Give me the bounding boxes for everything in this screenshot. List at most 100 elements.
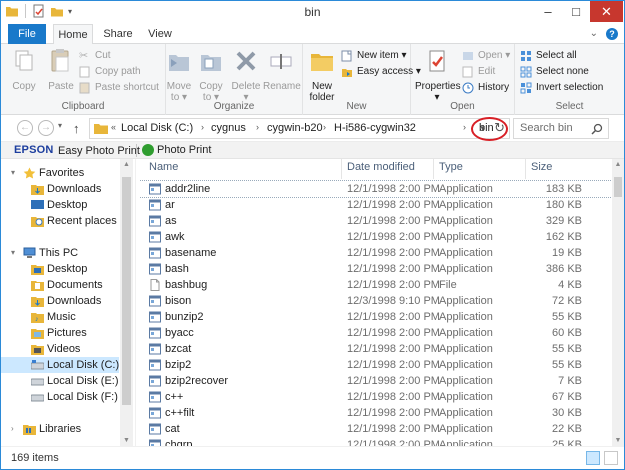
nav-this-pc[interactable]: ▾ This PC	[1, 245, 119, 261]
new-item-button[interactable]: New item ▾	[341, 48, 406, 64]
recent-locations-dropdown[interactable]: ▾	[58, 121, 62, 130]
large-icons-view-icon[interactable]	[604, 451, 618, 465]
column-header-date[interactable]: Date modified	[347, 159, 415, 179]
select-none-button[interactable]: Select none	[520, 64, 589, 80]
nav-this-pc-documents[interactable]: Documents	[1, 277, 119, 293]
nav-this-pc-pictures[interactable]: Pictures	[1, 325, 119, 341]
scroll-up-arrow[interactable]: ▲	[612, 161, 624, 168]
nav-libraries[interactable]: › Libraries	[1, 421, 119, 437]
nav-this-pc-downloads[interactable]: Downloads	[1, 293, 119, 309]
tab-share[interactable]: Share	[98, 24, 138, 44]
minimize-button[interactable]: –	[534, 1, 562, 22]
breadcrumb-cygnus[interactable]: cygnus	[211, 122, 246, 134]
delete-button[interactable]: Delete ▾	[230, 47, 262, 103]
move-to-button[interactable]: Move to ▾	[164, 47, 194, 103]
file-list-scrollbar[interactable]: ▲ ▼	[612, 159, 624, 446]
expand-chevron-icon[interactable]: ▾	[11, 165, 15, 181]
tab-view[interactable]: View	[141, 24, 179, 44]
file-row[interactable]: c++ 12/1/1998 2:00 PM Application 67 KB	[139, 389, 612, 405]
file-row[interactable]: awk 12/1/1998 2:00 PM Application 162 KB	[139, 229, 612, 245]
properties-button[interactable]: Properties ▾	[415, 47, 461, 103]
nav-favorites-recent-places[interactable]: Recent places	[1, 213, 119, 229]
chevron-right-icon[interactable]: ›	[201, 122, 204, 132]
details-view-icon[interactable]	[586, 451, 600, 465]
maximize-button[interactable]: □	[562, 1, 590, 22]
scroll-up-arrow[interactable]: ▲	[120, 161, 133, 168]
expand-chevron-icon[interactable]: ▾	[11, 245, 15, 261]
scroll-down-arrow[interactable]: ▼	[612, 437, 624, 444]
up-button[interactable]: ↑	[73, 121, 80, 136]
tab-file[interactable]: File	[8, 24, 46, 44]
search-icon[interactable]	[591, 123, 603, 135]
expand-chevron-icon[interactable]: ›	[11, 421, 14, 437]
back-button[interactable]: ←	[17, 120, 33, 136]
column-divider[interactable]	[341, 159, 342, 179]
column-header-size[interactable]: Size	[531, 159, 552, 179]
file-row[interactable]: bash 12/1/1998 2:00 PM Application 386 KB	[139, 261, 612, 277]
close-button[interactable]: ✕	[590, 1, 623, 22]
file-row[interactable]: bzip2 12/1/1998 2:00 PM Application 55 KB	[139, 357, 612, 373]
cut-button[interactable]: ✂ Cut	[79, 48, 111, 64]
nav-favorites[interactable]: ▾ Favorites	[1, 165, 119, 181]
file-row[interactable]: bison 12/3/1998 9:10 PM Application 72 KB	[139, 293, 612, 309]
chevron-right-icon[interactable]: ›	[463, 122, 466, 132]
tab-home[interactable]: Home	[53, 24, 93, 45]
photo-print-button[interactable]: Photo Print	[157, 144, 211, 156]
edit-button[interactable]: Edit	[462, 64, 495, 80]
nav-this-pc-desktop[interactable]: Desktop	[1, 261, 119, 277]
scroll-thumb[interactable]	[122, 177, 131, 405]
file-row[interactable]: byacc 12/1/1998 2:00 PM Application 60 KB	[139, 325, 612, 341]
breadcrumb-h-i586-cygwin32[interactable]: H-i586-cygwin32	[334, 122, 416, 134]
copy-button[interactable]: Copy	[9, 47, 39, 92]
nav-favorites-desktop[interactable]: Desktop	[1, 197, 119, 213]
paste-shortcut-button[interactable]: Paste shortcut	[79, 80, 159, 96]
invert-selection-button[interactable]: Invert selection	[520, 80, 603, 96]
new-folder-button[interactable]: New folder	[305, 47, 339, 103]
open-button[interactable]: Open ▾	[462, 48, 510, 64]
address-bar[interactable]: « Local Disk (C:) › cygnus › cygwin-b20 …	[89, 117, 510, 141]
file-row[interactable]: addr2line 12/1/1998 2:00 PM Application 183…	[139, 180, 612, 198]
column-header-name[interactable]: Name	[149, 159, 178, 179]
chevron-right-icon[interactable]: ›	[256, 122, 259, 132]
file-row[interactable]: basename 12/1/1998 2:00 PM Application 19 K…	[139, 245, 612, 261]
column-divider[interactable]	[433, 159, 434, 179]
address-dropdown[interactable]: ▾	[480, 123, 485, 134]
overflow-crumb[interactable]: «	[111, 122, 116, 132]
breadcrumb-local-disk[interactable]: Local Disk (C:)	[121, 122, 193, 134]
breadcrumb-cygwin-b20[interactable]: cygwin-b20	[267, 122, 323, 134]
chevron-down-icon[interactable]: ⌄	[590, 28, 598, 40]
scroll-down-arrow[interactable]: ▼	[120, 437, 133, 444]
copy-path-button[interactable]: Copy path	[79, 64, 141, 80]
copy-to-button[interactable]: Copy to ▾	[196, 47, 226, 103]
nav-local-disk-c[interactable]: Local Disk (C:)	[1, 357, 119, 373]
file-row[interactable]: chgrp 12/1/1998 2:00 PM Application 25 KB	[139, 437, 612, 446]
nav-this-pc-music[interactable]: ♪ Music	[1, 309, 119, 325]
help-icon[interactable]: ?	[606, 28, 618, 40]
paste-button[interactable]: Paste	[45, 47, 77, 92]
history-button[interactable]: History	[462, 80, 509, 96]
file-row[interactable]: bunzip2 12/1/1998 2:00 PM Application 55 KB	[139, 309, 612, 325]
file-row[interactable]: bzcat 12/1/1998 2:00 PM Application 55 KB	[139, 341, 612, 357]
file-row[interactable]: as 12/1/1998 2:00 PM Application 329 KB	[139, 213, 612, 229]
chevron-right-icon[interactable]: ›	[323, 122, 326, 132]
easy-photo-print-button[interactable]: Easy Photo Print ▾	[58, 144, 149, 157]
nav-local-disk-f[interactable]: Local Disk (F:)	[1, 389, 119, 405]
rename-button[interactable]: Rename	[263, 47, 301, 92]
file-row[interactable]: cat 12/1/1998 2:00 PM Application 22 KB	[139, 421, 612, 437]
file-row[interactable]: bashbug 12/1/1998 2:00 PM File 4 KB	[139, 277, 612, 293]
select-all-button[interactable]: Select all	[520, 48, 577, 64]
navigation-pane-scrollbar[interactable]: ▲ ▼	[120, 159, 133, 446]
forward-button[interactable]: →	[38, 120, 54, 136]
scroll-thumb[interactable]	[614, 177, 622, 197]
nav-this-pc-videos[interactable]: Videos	[1, 341, 119, 357]
file-row[interactable]: ar 12/1/1998 2:00 PM Application 180 KB	[139, 197, 612, 213]
column-divider[interactable]	[525, 159, 526, 179]
pane-divider[interactable]	[135, 159, 136, 446]
nav-local-disk-e[interactable]: Local Disk (E:)	[1, 373, 119, 389]
file-row[interactable]: bzip2recover 12/1/1998 2:00 PM Application…	[139, 373, 612, 389]
column-header-type[interactable]: Type	[439, 159, 463, 179]
easy-access-button[interactable]: Easy access ▾	[341, 64, 421, 80]
nav-favorites-downloads[interactable]: Downloads	[1, 181, 119, 197]
search-box[interactable]: Search bin	[513, 118, 609, 139]
file-row[interactable]: c++filt 12/1/1998 2:00 PM Application 30 KB	[139, 405, 612, 421]
